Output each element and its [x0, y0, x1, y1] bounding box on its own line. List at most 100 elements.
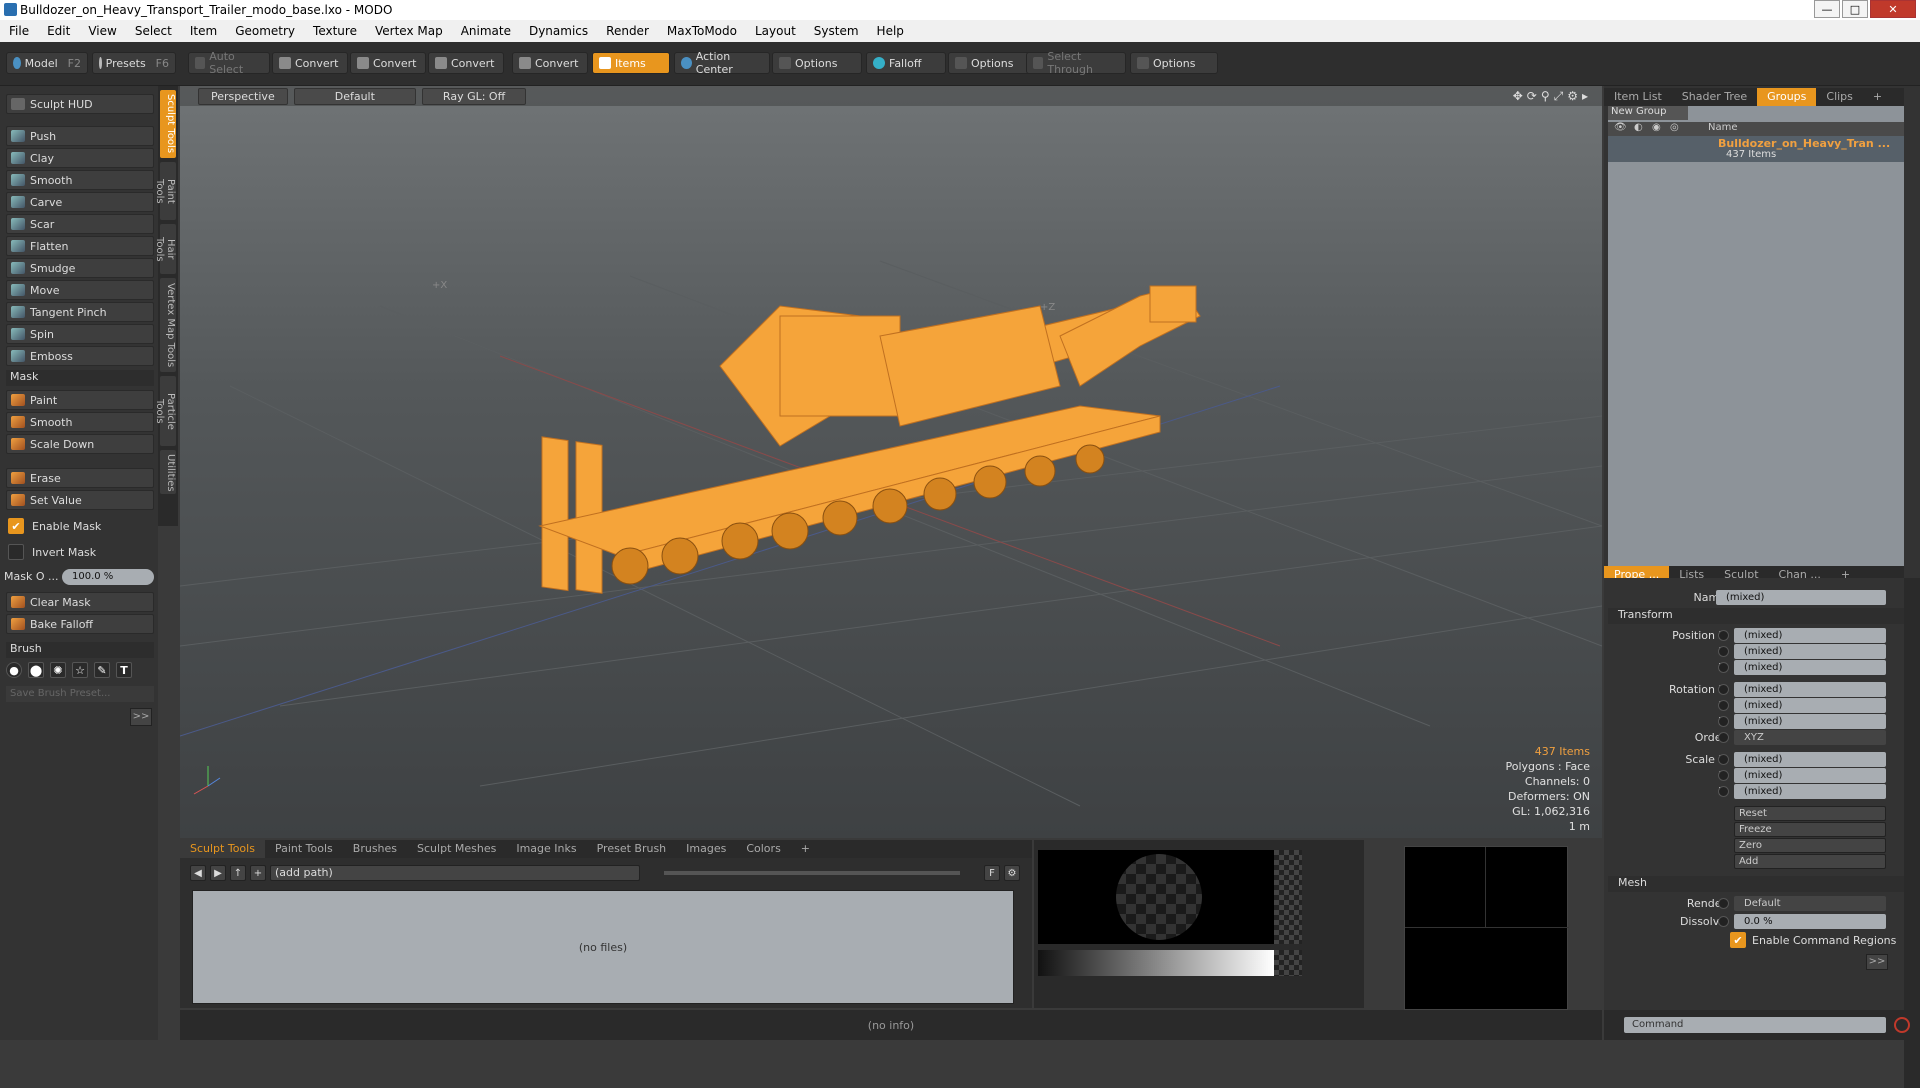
menu-help[interactable]: Help [868, 24, 913, 38]
mask-scale-down-tool[interactable]: Scale Down [6, 434, 154, 454]
menu-texture[interactable]: Texture [304, 24, 366, 38]
tab-shader-tree[interactable]: Shader Tree [1672, 88, 1757, 106]
scale-z-field[interactable]: (mixed) [1734, 784, 1886, 799]
splat-brush-icon[interactable]: ✺ [50, 662, 66, 678]
soft-brush-icon[interactable]: ● [6, 662, 22, 678]
mask-paint-tool[interactable]: Paint [6, 390, 154, 410]
move-tool[interactable]: Move [6, 280, 154, 300]
add-icon[interactable]: + [250, 865, 266, 881]
visibility-icon[interactable]: 👁 [1614, 122, 1627, 133]
lock-icon[interactable]: ◉ [1652, 122, 1661, 133]
new-group-button[interactable]: New Group [1608, 106, 1688, 120]
smooth-tool[interactable]: Smooth [6, 170, 154, 190]
properties-more-button[interactable]: >> [1866, 954, 1888, 970]
emboss-tool[interactable]: Emboss [6, 346, 154, 366]
clay-tool[interactable]: Clay [6, 148, 154, 168]
zero-dropdown[interactable]: Zero [1734, 838, 1886, 853]
scale-x-field[interactable]: (mixed) [1734, 752, 1886, 767]
position-y-field[interactable]: (mixed) [1734, 644, 1886, 659]
convert-button-4[interactable]: Convert [512, 52, 588, 74]
close-button[interactable]: ✕ [1870, 0, 1916, 18]
mask-smooth-tool[interactable]: Smooth [6, 412, 154, 432]
minimize-button[interactable]: — [1814, 0, 1840, 18]
name-field[interactable]: (mixed) [1716, 590, 1886, 605]
mask-section-header[interactable]: Mask [6, 370, 154, 386]
menu-vertex-map[interactable]: Vertex Map [366, 24, 452, 38]
convert-button-3[interactable]: Convert [428, 52, 504, 74]
enable-mask-row[interactable]: ✔ Enable Mask [8, 518, 101, 534]
maximize-button[interactable]: □ [1842, 0, 1868, 18]
scar-tool[interactable]: Scar [6, 214, 154, 234]
menu-layout[interactable]: Layout [746, 24, 805, 38]
sculpt-hud-button[interactable]: Sculpt HUD [6, 94, 154, 114]
groups-list[interactable]: New Group 👁 ◐ ◉ ◎ Name Bulldozer_on_Heav… [1608, 106, 1904, 576]
action-center-button[interactable]: Action Center [674, 50, 770, 76]
reset-dropdown[interactable]: Reset [1734, 806, 1886, 821]
convert-button-1[interactable]: Convert [272, 52, 348, 74]
render-icon[interactable]: ◐ [1634, 122, 1643, 133]
menu-system[interactable]: System [805, 24, 868, 38]
menu-render[interactable]: Render [597, 24, 658, 38]
tab-hair-tools[interactable]: Hair Tools [154, 224, 176, 274]
tab-utilities[interactable]: Utilities [160, 450, 176, 494]
scale-y-field[interactable]: (mixed) [1734, 768, 1886, 783]
falloff-button[interactable]: Falloff [866, 52, 946, 74]
dissolve-field[interactable]: 0.0 % [1734, 914, 1886, 929]
select-icon[interactable]: ◎ [1670, 122, 1679, 133]
thumbnail-size-slider[interactable] [664, 871, 960, 875]
enable-command-regions-row[interactable]: ✔ Enable Command Regions [1730, 932, 1896, 948]
render-dropdown[interactable]: Default [1734, 896, 1886, 911]
tab-preset-brush[interactable]: Preset Brush [587, 840, 677, 858]
tangent-pinch-tool[interactable]: Tangent Pinch [6, 302, 154, 322]
more-button[interactable]: >> [130, 708, 152, 726]
brush-section-header[interactable]: Brush [6, 642, 154, 658]
mini-viewport[interactable] [1404, 846, 1569, 1010]
bake-falloff-button[interactable]: Bake Falloff [6, 614, 154, 634]
push-tool[interactable]: Push [6, 126, 154, 146]
set-value-tool[interactable]: Set Value [6, 490, 154, 510]
custom-brush-icon[interactable]: ✎ [94, 662, 110, 678]
command-input[interactable]: Command [1624, 1017, 1886, 1033]
3d-viewport[interactable]: Perspective Default Ray GL: Off ✥⟳⚲⤢⚙▸ +… [180, 86, 1602, 838]
convert-button-2[interactable]: Convert [350, 52, 426, 74]
hard-brush-icon[interactable]: ⬤ [28, 662, 44, 678]
menu-file[interactable]: File [0, 24, 38, 38]
menu-view[interactable]: View [79, 24, 125, 38]
tab-item-list[interactable]: Item List [1604, 88, 1672, 106]
file-list[interactable]: (no files) [192, 890, 1014, 1004]
add-dropdown[interactable]: Add [1734, 854, 1886, 869]
up-icon[interactable]: ↑ [230, 865, 246, 881]
forward-icon[interactable]: ▶ [210, 865, 226, 881]
invert-mask-row[interactable]: Invert Mask [8, 544, 96, 560]
settings-icon[interactable]: ⚙ [1004, 865, 1020, 881]
path-dropdown[interactable]: (add path) [270, 865, 640, 881]
tab-paint-tools[interactable]: Paint Tools [154, 162, 176, 220]
back-icon[interactable]: ◀ [190, 865, 206, 881]
record-icon[interactable] [1894, 1017, 1910, 1033]
tab-groups[interactable]: Groups [1757, 88, 1817, 106]
mask-opacity-field[interactable]: 100.0 % [62, 569, 154, 585]
tab-sculpt-tools-bottom[interactable]: Sculpt Tools [180, 840, 265, 858]
tab-colors[interactable]: Colors [736, 840, 790, 858]
order-dropdown[interactable]: XYZ [1734, 730, 1886, 745]
trailer-model[interactable] [538, 285, 1201, 594]
auto-select-button[interactable]: Auto Select [188, 50, 270, 76]
mesh-section[interactable]: Mesh [1608, 876, 1904, 892]
tab-brushes[interactable]: Brushes [343, 840, 407, 858]
select-through-button[interactable]: Select Through [1026, 50, 1126, 76]
rotation-x-field[interactable]: (mixed) [1734, 682, 1886, 697]
tab-clips[interactable]: Clips [1816, 88, 1863, 106]
presets-button[interactable]: Presets F6 [92, 52, 176, 74]
name-column-header[interactable]: Name [1708, 122, 1738, 133]
tab-images[interactable]: Images [676, 840, 736, 858]
tab-sculpt-meshes[interactable]: Sculpt Meshes [407, 840, 506, 858]
menu-dynamics[interactable]: Dynamics [520, 24, 597, 38]
tab-image-inks[interactable]: Image Inks [506, 840, 586, 858]
add-top-tab-button[interactable]: + [1863, 88, 1892, 106]
tab-paint-tools-bottom[interactable]: Paint Tools [265, 840, 343, 858]
carve-tool[interactable]: Carve [6, 192, 154, 212]
invert-mask-checkbox[interactable] [8, 544, 24, 560]
filter-icon[interactable]: F [984, 865, 1000, 881]
spin-tool[interactable]: Spin [6, 324, 154, 344]
menu-geometry[interactable]: Geometry [226, 24, 304, 38]
